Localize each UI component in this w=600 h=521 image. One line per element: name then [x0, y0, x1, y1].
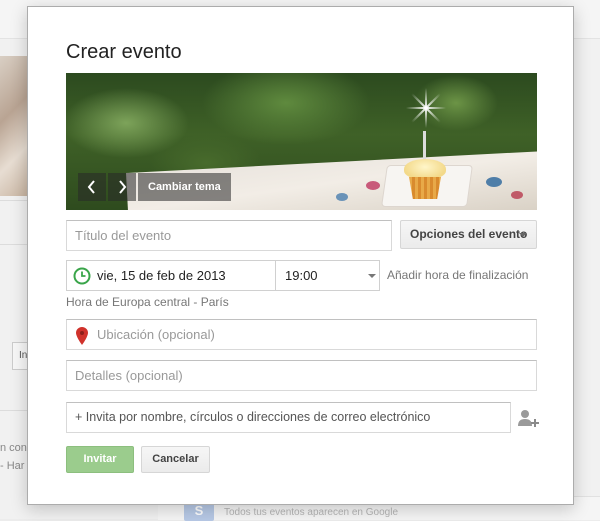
banner-controls: Cambiar tema [78, 173, 231, 201]
background-divider [0, 200, 28, 201]
event-date-value: vie, 15 de feb de 2013 [97, 268, 226, 283]
cancel-button[interactable]: Cancelar [141, 446, 210, 473]
event-options-button[interactable]: Opciones del evento [400, 220, 537, 249]
chevron-left-icon [87, 180, 95, 194]
add-end-time-link[interactable]: Añadir hora de finalización [387, 268, 528, 282]
change-theme-button[interactable]: Cambiar tema [138, 173, 231, 201]
background-text: n con [0, 442, 27, 454]
event-time-value: 19:00 [285, 268, 318, 283]
next-theme-button[interactable] [108, 173, 136, 201]
chevron-down-icon [519, 233, 527, 237]
invite-button[interactable]: Invitar [66, 446, 134, 473]
sparkler-icon [406, 88, 446, 129]
event-title-input[interactable]: Título del evento [66, 220, 392, 251]
clock-icon [73, 267, 91, 285]
add-person-icon[interactable] [517, 408, 539, 428]
banner-cupcake-frosting [404, 159, 446, 179]
previous-theme-button[interactable] [78, 173, 106, 201]
event-time-select[interactable]: 19:00 [276, 260, 380, 291]
background-footer-text: Todos tus eventos aparecen en Google [224, 507, 399, 518]
background-text: - Har [0, 460, 25, 472]
banner-flower [486, 177, 502, 187]
banner-candle [423, 131, 426, 161]
background-divider [0, 244, 28, 245]
event-theme-banner: Cambiar tema [66, 73, 537, 210]
banner-flower [366, 181, 380, 190]
background-divider [0, 410, 28, 411]
chevron-right-icon [119, 180, 127, 194]
banner-flower [511, 191, 523, 199]
timezone-text: Hora de Europa central - París [66, 295, 229, 309]
chevron-down-icon [368, 274, 376, 278]
create-event-dialog: Crear evento Cambiar tema Título del eve… [27, 6, 574, 505]
location-input[interactable]: Ubicación (opcional) [66, 319, 537, 350]
event-options-label: Opciones del evento [410, 227, 528, 241]
invite-input[interactable]: + Invita por nombre, círculos o direccio… [66, 402, 511, 433]
banner-flower [336, 193, 348, 201]
background-cover-photo [0, 56, 28, 196]
map-pin-icon [76, 327, 88, 345]
dialog-title: Crear evento [66, 41, 182, 63]
banner-cupcake-base [409, 177, 441, 199]
event-date-field[interactable]: vie, 15 de feb de 2013 [66, 260, 276, 291]
details-input[interactable]: Detalles (opcional) [66, 360, 537, 391]
